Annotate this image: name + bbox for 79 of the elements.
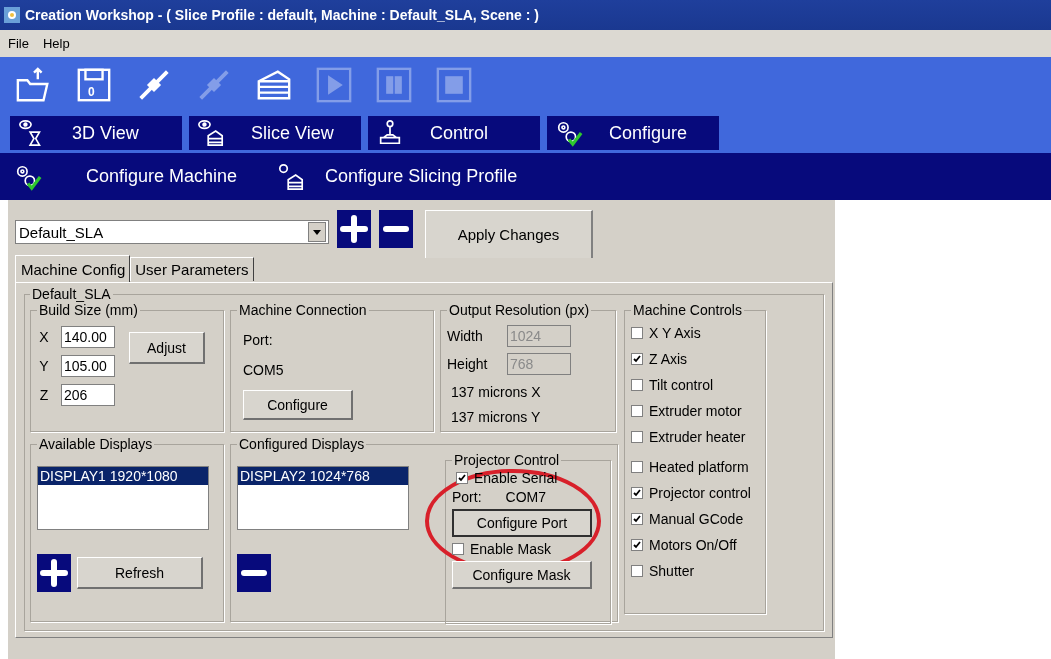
remove-button[interactable]	[379, 210, 413, 248]
nav-tab[interactable]: Configure	[547, 116, 719, 150]
checkbox-label: X Y Axis	[649, 325, 701, 341]
window-title: Creation Workshop - ( Slice Profile : default, Machine : Default_SLA, Scene : )	[25, 7, 539, 23]
apply-changes-button[interactable]: Apply Changes	[425, 210, 593, 258]
sub-tab[interactable]: Configure Slicing Profile	[277, 162, 518, 191]
checkbox-label: Tilt control	[649, 377, 714, 393]
group-title: Output Resolution (px)	[448, 302, 591, 318]
input-field[interactable]: 140.00	[61, 326, 115, 348]
checkbox[interactable]	[631, 379, 643, 391]
checkbox-label: Motors On/Off	[649, 537, 737, 553]
checkbox-label: Z Axis	[649, 351, 688, 367]
configure-button[interactable]: Configure	[243, 390, 353, 420]
group-title: Machine Connection	[238, 302, 368, 318]
port-value: COM7	[505, 489, 547, 505]
checkbox-label: Extruder motor	[649, 403, 742, 419]
nav-tab[interactable]: Control	[368, 116, 540, 150]
plus-icon	[39, 558, 69, 588]
group-title: Configured Displays	[238, 436, 366, 452]
eye-layers-icon	[197, 119, 225, 147]
group-title: Machine Controls	[632, 302, 743, 318]
checkbox[interactable]	[631, 565, 643, 577]
nav-tab[interactable]: 3D View	[10, 116, 182, 150]
checkbox-label: Manual GCode	[649, 511, 744, 527]
group-title: Projector Control	[453, 452, 561, 468]
checkbox[interactable]	[631, 461, 643, 473]
list-item[interactable]: DISPLAY2 1024*768	[238, 467, 408, 485]
checkbox[interactable]	[456, 472, 468, 484]
add-button[interactable]	[37, 554, 71, 592]
field-label: X	[38, 329, 50, 345]
checkbox[interactable]	[631, 327, 643, 339]
input-field[interactable]: 206	[61, 384, 115, 406]
checkbox[interactable]	[631, 539, 643, 551]
checkbox[interactable]	[631, 513, 643, 525]
gear-layers-icon	[277, 162, 306, 191]
port-label: Port:	[452, 489, 482, 505]
menu-item[interactable]: Help	[42, 36, 70, 51]
plus-icon	[339, 214, 369, 244]
tab[interactable]: Machine Config	[15, 255, 131, 282]
sub-tab[interactable]: Configure Machine	[14, 162, 238, 191]
nav-tab[interactable]: Slice View	[189, 116, 361, 150]
port-label: Port:	[243, 332, 273, 348]
minus-icon	[240, 569, 268, 577]
microns-text: 137 microns X	[450, 384, 542, 400]
field-label: Z	[38, 387, 50, 403]
minus-icon	[382, 225, 410, 233]
tab[interactable]: User Parameters	[130, 257, 254, 281]
checkbox[interactable]	[631, 431, 643, 443]
checkbox[interactable]	[631, 353, 643, 365]
checkbox-label: Heated platform	[649, 459, 749, 475]
refresh-button[interactable]: Refresh	[77, 557, 203, 589]
field-label: Height	[447, 356, 489, 372]
group-title: Available Displays	[38, 436, 154, 452]
adjust-button[interactable]: Adjust	[129, 332, 205, 364]
menu-item[interactable]: File	[8, 36, 29, 51]
checkbox-label: Enable Serial	[474, 470, 558, 486]
microns-text: 137 microns Y	[450, 409, 542, 425]
dropdown-arrow-icon	[313, 229, 321, 235]
input-field[interactable]: 105.00	[61, 355, 115, 377]
group-title: Build Size (mm)	[38, 302, 139, 318]
remove-button[interactable]	[237, 554, 271, 592]
configure-port-button[interactable]: Configure Port	[452, 509, 592, 537]
configure-mask-button[interactable]: Configure Mask	[452, 561, 592, 589]
checkbox-label: Enable Mask	[470, 541, 551, 557]
group-title: Default_SLA	[31, 286, 112, 302]
list-item[interactable]: DISPLAY1 1920*1080	[38, 467, 208, 485]
checkbox-label: Shutter	[649, 563, 695, 579]
profile-dropdown[interactable]: Default_SLA	[15, 220, 329, 244]
checkbox[interactable]	[452, 543, 464, 555]
checkbox-label: Projector control	[649, 485, 751, 501]
settings-icon	[555, 119, 583, 147]
port-value: COM5	[243, 362, 284, 378]
app-icon	[4, 7, 20, 23]
field-label: Width	[447, 328, 484, 344]
checkbox-label: Extruder heater	[649, 429, 746, 445]
checkbox[interactable]	[631, 405, 643, 417]
field-label: Y	[38, 358, 50, 374]
checkbox[interactable]	[631, 487, 643, 499]
add-button[interactable]	[337, 210, 371, 248]
